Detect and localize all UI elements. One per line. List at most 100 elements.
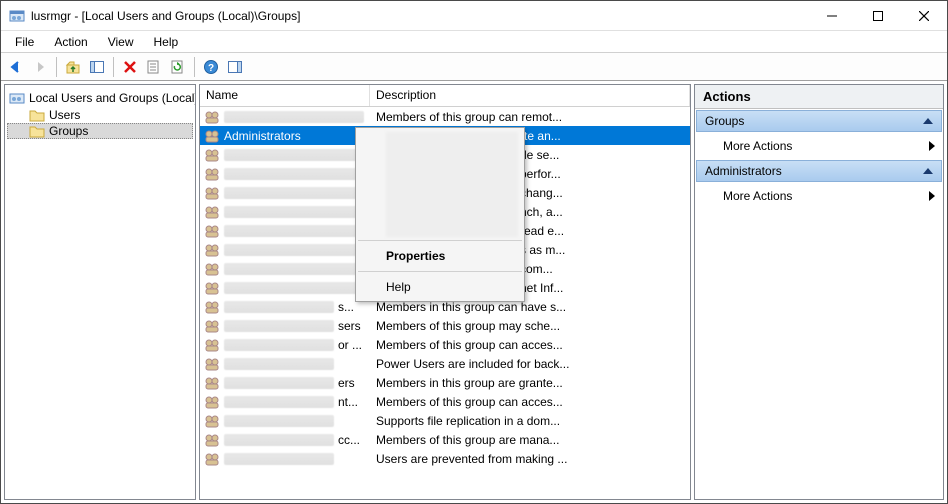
group-icon (204, 243, 220, 257)
show-hide-tree-button[interactable] (86, 56, 108, 78)
window-buttons (809, 1, 947, 31)
column-name[interactable]: Name (200, 85, 370, 106)
row-name-tail: cc... (338, 433, 360, 447)
menu-view[interactable]: View (98, 33, 144, 51)
cell-name: or ... (200, 338, 370, 352)
nav-tree[interactable]: Local Users and Groups (Local) Users Gro… (5, 85, 195, 143)
toolbar-separator (194, 57, 195, 77)
maximize-button[interactable] (855, 1, 901, 31)
cell-description: Power Users are included for back... (370, 357, 690, 371)
menu-bar: File Action View Help (1, 31, 947, 53)
group-icon (204, 338, 220, 352)
row-name-redacted (224, 320, 334, 332)
cell-name: sers (200, 319, 370, 333)
cell-name: ers (200, 376, 370, 390)
actions-section-administrators[interactable]: Administrators (696, 160, 942, 182)
toolbar: ? (1, 53, 947, 81)
snapin-icon (9, 90, 25, 106)
help-button[interactable]: ? (200, 56, 222, 78)
content-area: Local Users and Groups (Local) Users Gro… (4, 84, 944, 500)
menu-help[interactable]: Help (144, 33, 189, 51)
tree-root-label: Local Users and Groups (Local) (29, 91, 196, 105)
context-menu-separator (358, 240, 522, 241)
collapse-icon (923, 118, 933, 124)
context-menu-help[interactable]: Help (356, 275, 524, 299)
group-icon (204, 300, 220, 314)
minimize-button[interactable] (809, 1, 855, 31)
row-name-redacted (224, 377, 334, 389)
list-row[interactable]: Members of this group can remot... (200, 107, 690, 126)
app-window: lusrmgr - [Local Users and Groups (Local… (0, 0, 948, 504)
menu-file[interactable]: File (5, 33, 44, 51)
close-button[interactable] (901, 1, 947, 31)
back-button[interactable] (5, 56, 27, 78)
cell-name (200, 262, 370, 276)
list-pane: Name Description Members of this group c… (199, 84, 691, 500)
svg-text:?: ? (208, 63, 214, 74)
cell-description: Members of this group can acces... (370, 395, 690, 409)
list-row[interactable]: cc... Members of this group are mana... (200, 430, 690, 449)
tree-root[interactable]: Local Users and Groups (Local) (7, 89, 193, 107)
context-menu-properties[interactable]: Properties (356, 244, 524, 268)
row-name-tail: s... (338, 300, 354, 314)
cell-name (200, 186, 370, 200)
cell-description: Members of this group may sche... (370, 319, 690, 333)
row-name-redacted (224, 434, 334, 446)
cell-name: nt... (200, 395, 370, 409)
cell-name (200, 452, 370, 466)
tree-users[interactable]: Users (7, 107, 193, 123)
cell-description: Members in this group are grante... (370, 376, 690, 390)
cell-name (200, 224, 370, 238)
row-name-redacted (224, 453, 334, 465)
row-name: Administrators (224, 129, 301, 143)
properties-button[interactable] (143, 56, 165, 78)
cell-description: Supports file replication in a dom... (370, 414, 690, 428)
window-title: lusrmgr - [Local Users and Groups (Local… (31, 9, 809, 23)
row-name-redacted (224, 206, 364, 218)
group-icon (204, 395, 220, 409)
cell-name (200, 110, 370, 124)
tree-groups-label: Groups (49, 124, 88, 138)
folder-icon (29, 124, 45, 138)
group-icon (204, 129, 220, 143)
row-name-redacted (224, 301, 334, 313)
actions-more-groups[interactable]: More Actions (695, 133, 943, 159)
list-row[interactable]: nt... Members of this group can acces... (200, 392, 690, 411)
app-icon (9, 8, 25, 24)
list-row[interactable]: or ...Members of this group can acces... (200, 335, 690, 354)
submenu-icon (929, 191, 935, 201)
show-hide-action-pane-button[interactable] (224, 56, 246, 78)
tree-pane: Local Users and Groups (Local) Users Gro… (4, 84, 196, 500)
row-name-tail: or ... (338, 338, 362, 352)
context-menu-hidden-items (386, 132, 518, 237)
cell-name (200, 414, 370, 428)
list-row[interactable]: Power Users are included for back... (200, 354, 690, 373)
row-name-redacted (224, 263, 364, 275)
list-row[interactable]: Supports file replication in a dom... (200, 411, 690, 430)
up-button[interactable] (62, 56, 84, 78)
column-description[interactable]: Description (370, 85, 690, 106)
title-bar: lusrmgr - [Local Users and Groups (Local… (1, 1, 947, 31)
row-name-redacted (224, 396, 334, 408)
collapse-icon (923, 168, 933, 174)
list-row[interactable]: ersMembers in this group are grante... (200, 373, 690, 392)
tree-groups[interactable]: Groups (7, 123, 193, 139)
cell-name (200, 167, 370, 181)
list-row[interactable]: sersMembers of this group may sche... (200, 316, 690, 335)
group-icon (204, 433, 220, 447)
group-icon (204, 110, 220, 124)
cell-description: Members of this group are mana... (370, 433, 690, 447)
forward-button[interactable] (29, 56, 51, 78)
cell-description: Users are prevented from making ... (370, 452, 690, 466)
group-icon (204, 281, 220, 295)
actions-section-groups[interactable]: Groups (696, 110, 942, 132)
delete-button[interactable] (119, 56, 141, 78)
cell-name (200, 281, 370, 295)
row-name-tail: nt... (338, 395, 358, 409)
actions-more-administrators[interactable]: More Actions (695, 183, 943, 209)
refresh-button[interactable] (167, 56, 189, 78)
list-row[interactable]: Users are prevented from making ... (200, 449, 690, 468)
menu-action[interactable]: Action (44, 33, 97, 51)
actions-pane: Actions Groups More Actions Administrato… (694, 84, 944, 500)
row-name-redacted (224, 111, 364, 123)
